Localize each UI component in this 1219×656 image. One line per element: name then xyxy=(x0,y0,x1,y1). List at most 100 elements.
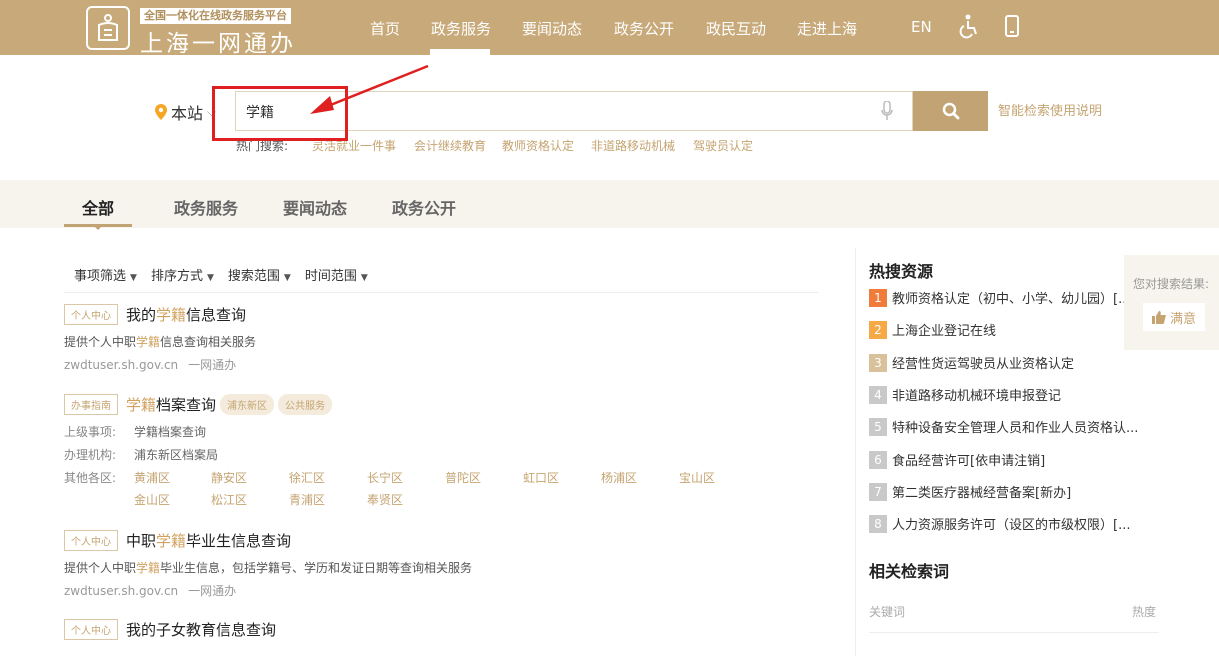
agency-row: 办理机构: 浦东新区档案局 xyxy=(64,448,219,462)
result-title[interactable]: 中职学籍毕业生信息查询 xyxy=(126,532,291,550)
result-description: 提供个人中职学籍毕业生信息，包括学籍号、学历和发证日期等查询相关服务 xyxy=(64,561,473,575)
result-badge: 个人中心 xyxy=(64,530,118,551)
search-scope-select[interactable]: 本站 ⌵ xyxy=(155,100,216,124)
hot-resource-item[interactable]: 1 教师资格认定（初中、小学、幼儿园）[... xyxy=(869,288,1139,307)
result-badge: 个人中心 xyxy=(64,304,118,325)
filter-scope[interactable]: 搜索范围 ▼ xyxy=(228,265,291,284)
nav-gov-disclosure[interactable]: 政务公开 xyxy=(614,18,674,39)
feedback-panel: 您对搜索结果: 满意 xyxy=(1124,255,1219,350)
category-tabs: 全部 政务服务 要闻动态 政务公开 xyxy=(0,180,1219,230)
result-title[interactable]: 我的学籍信息查询 xyxy=(126,306,246,324)
category-pill[interactable]: 公共服务 xyxy=(278,394,333,415)
tab-news[interactable]: 要闻动态 xyxy=(283,195,347,219)
district-link[interactable]: 青浦区 xyxy=(289,491,325,508)
other-districts-row: 其他各区: 黄浦区 静安区 徐汇区 长宁区 普陀区 虹口区 杨浦区 宝山区 金山… xyxy=(64,469,716,508)
nav-interaction[interactable]: 政民互动 xyxy=(706,18,766,39)
result-item: 个人中心 我的子女教育信息查询 xyxy=(64,619,276,640)
district-link[interactable]: 普陀区 xyxy=(445,469,481,486)
district-link[interactable]: 虹口区 xyxy=(523,469,559,486)
nav-home[interactable]: 首页 xyxy=(370,18,400,39)
result-item: 办事指南 学籍档案查询 浦东新区 公共服务 上级事项: 学籍档案查询 办理机构: 浦东新区… xyxy=(64,394,824,513)
rank-badge: 4 xyxy=(869,385,887,404)
logo-emblem-icon[interactable] xyxy=(86,6,130,50)
district-link[interactable]: 宝山区 xyxy=(679,469,715,486)
keyword-table-divider xyxy=(869,632,1159,633)
sidebar-divider xyxy=(855,248,856,656)
tab-active-caret xyxy=(93,225,103,230)
district-link[interactable]: 奉贤区 xyxy=(367,491,403,508)
hot-resource-item[interactable]: 6 食品经营许可[依申请注销] xyxy=(869,450,1139,469)
result-badge: 个人中心 xyxy=(64,619,118,640)
search-input[interactable] xyxy=(246,101,846,123)
hot-search-term[interactable]: 教师资格认定 xyxy=(502,137,574,154)
hot-resource-item[interactable]: 4 非道路移动机械环境申报登记 xyxy=(869,385,1139,404)
nav-active-indicator xyxy=(430,49,490,55)
rank-badge: 8 xyxy=(869,514,887,533)
district-link[interactable]: 长宁区 xyxy=(367,469,403,486)
lang-switch[interactable]: EN xyxy=(911,18,932,36)
top-header: 全国一体化在线政务服务平台 上海一网通办 首页 政务服务 要闻动态 政务公开 政… xyxy=(0,0,1219,58)
hot-resource-item[interactable]: 3 经营性货运驾驶员从业资格认定 xyxy=(869,353,1139,372)
region-pill[interactable]: 浦东新区 xyxy=(220,394,275,415)
district-link[interactable]: 杨浦区 xyxy=(601,469,637,486)
result-source: zwdtuser.sh.gov.cn 一网通办 xyxy=(64,584,237,598)
hot-search-term[interactable]: 非道路移动机械 xyxy=(591,137,675,154)
hot-resource-item[interactable]: 8 人力资源服务许可（设区的市级权限）[... xyxy=(869,514,1139,533)
feedback-question: 您对搜索结果: xyxy=(1133,277,1210,291)
search-icon xyxy=(942,102,959,120)
platform-tag: 全国一体化在线政务服务平台 xyxy=(140,8,291,24)
district-link[interactable]: 黄浦区 xyxy=(134,469,170,486)
hot-search-term[interactable]: 会计继续教育 xyxy=(414,137,486,154)
search-help-link[interactable]: 智能检索使用说明 xyxy=(998,100,1102,119)
hot-search-term[interactable]: 灵活就业一件事 xyxy=(312,137,396,154)
result-badge: 办事指南 xyxy=(64,394,118,415)
result-title[interactable]: 学籍档案查询 xyxy=(126,396,216,414)
district-link[interactable]: 静安区 xyxy=(211,469,247,486)
tab-all[interactable]: 全部 xyxy=(82,195,114,219)
hot-resource-item[interactable]: 7 第二类医疗器械经营备案[新办] xyxy=(869,482,1139,501)
filter-sort[interactable]: 排序方式 ▼ xyxy=(151,265,214,284)
district-link[interactable]: 徐汇区 xyxy=(289,469,325,486)
related-terms-title: 相关检索词 xyxy=(869,562,950,581)
search-scope-label: 本站 xyxy=(171,104,204,123)
rank-badge: 1 xyxy=(869,288,887,307)
thumbs-up-icon xyxy=(1151,310,1166,324)
hot-search-label: 热门搜索: xyxy=(236,139,289,153)
chevron-down-icon: ⌵ xyxy=(207,104,217,119)
district-link[interactable]: 金山区 xyxy=(134,491,170,508)
rank-badge: 3 xyxy=(869,353,887,372)
nav-gov-services[interactable]: 政务服务 xyxy=(431,18,491,39)
microphone-icon[interactable] xyxy=(881,101,893,121)
hot-resource-item[interactable]: 5 特种设备安全管理人员和作业人员资格认... xyxy=(869,417,1139,436)
search-button[interactable] xyxy=(913,91,988,131)
result-title[interactable]: 我的子女教育信息查询 xyxy=(126,621,276,639)
result-item: 个人中心 中职学籍毕业生信息查询 提供个人中职学籍毕业生信息，包括学籍号、学历和发… xyxy=(64,530,472,599)
caret-down-icon: ▼ xyxy=(130,273,137,283)
search-box xyxy=(235,91,913,131)
filter-time[interactable]: 时间范围 ▼ xyxy=(305,265,368,284)
hot-resource-item[interactable]: 2 上海企业登记在线 xyxy=(869,320,1139,339)
hot-resources-title: 热搜资源 xyxy=(869,262,934,281)
rank-badge: 6 xyxy=(869,450,887,469)
district-link[interactable]: 松江区 xyxy=(211,491,247,508)
keyword-column-header: 关键词 xyxy=(869,605,906,619)
satisfied-button[interactable]: 满意 xyxy=(1143,303,1205,331)
tab-gov-services[interactable]: 政务服务 xyxy=(174,195,238,219)
result-source: zwdtuser.sh.gov.cn 一网通办 xyxy=(64,358,237,372)
caret-down-icon: ▼ xyxy=(283,273,291,283)
hot-search-term[interactable]: 驾驶员认定 xyxy=(693,137,753,154)
rank-badge: 7 xyxy=(869,482,887,501)
mobile-phone-icon[interactable] xyxy=(1005,15,1019,37)
result-description: 提供个人中职学籍信息查询相关服务 xyxy=(64,335,257,349)
filter-item-type[interactable]: 事项筛选 ▼ xyxy=(74,265,137,284)
site-title[interactable]: 上海一网通办 xyxy=(140,24,296,58)
nav-news[interactable]: 要闻动态 xyxy=(522,18,582,39)
rank-badge: 2 xyxy=(869,320,887,339)
accessibility-icon[interactable] xyxy=(958,14,980,40)
caret-down-icon: ▼ xyxy=(206,273,214,283)
heat-column-header: 热度 xyxy=(1132,605,1157,619)
nav-about-shanghai[interactable]: 走进上海 xyxy=(797,18,857,39)
tab-gov-disclosure[interactable]: 政务公开 xyxy=(392,195,456,219)
location-pin-icon xyxy=(155,104,167,120)
caret-down-icon: ▼ xyxy=(360,273,368,283)
